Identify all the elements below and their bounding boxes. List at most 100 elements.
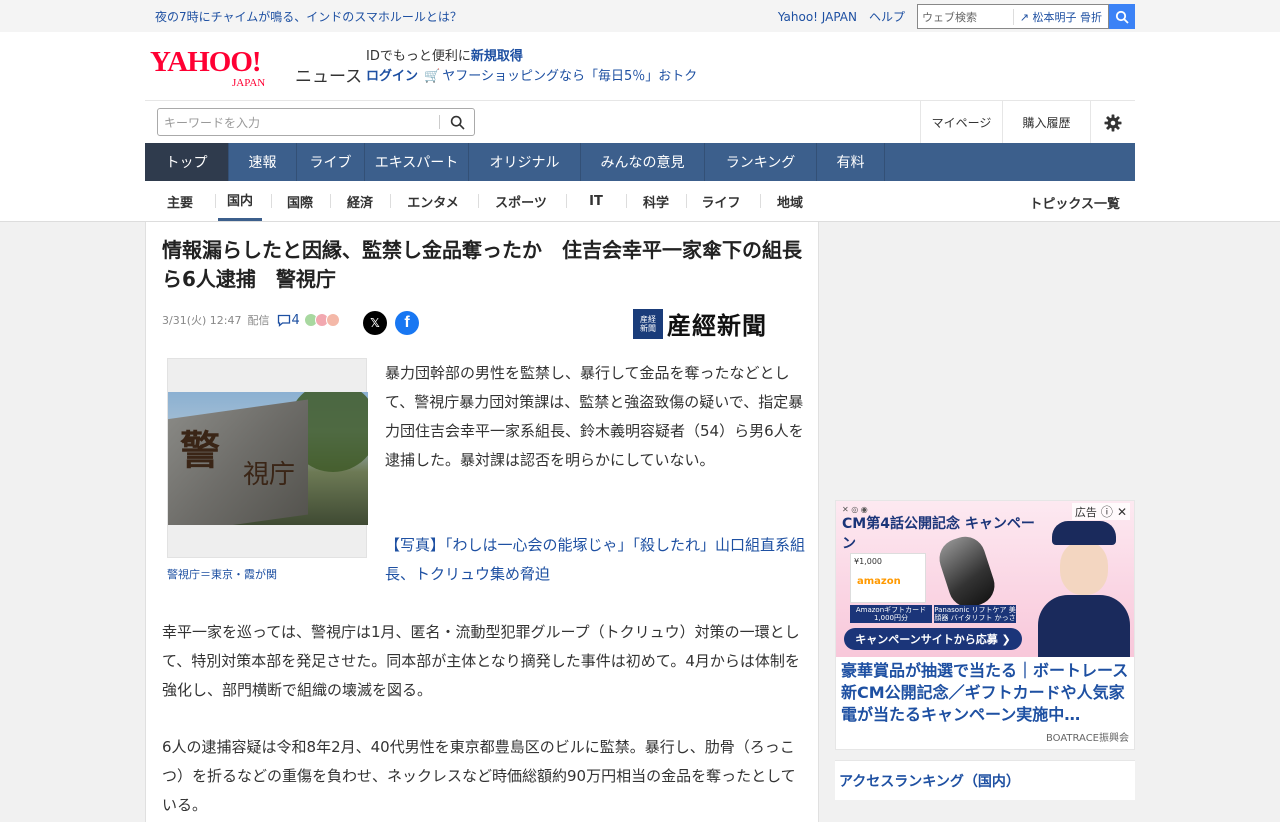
article-datetime: 3/31(火) 12:47 <box>162 314 242 327</box>
service-name: ニュース <box>295 67 363 87</box>
article-paragraph: 幸平一家を巡っては、警視庁は1月、匿名・流動型犯罪グループ（トクリュウ）対策の一… <box>162 623 800 699</box>
web-search-input[interactable]: ウェブ検索 ↗ 松本明子 骨折 <box>917 4 1109 29</box>
category-international[interactable]: 国際 <box>280 181 320 221</box>
photo-caption[interactable]: 警視庁＝東京・霞が関 <box>167 566 277 582</box>
global-nav-paid[interactable]: 有料 <box>817 143 885 181</box>
ad-sponsor: BOATRACE振興会 <box>1045 733 1129 744</box>
sidebar-ad[interactable]: ✕ ◎ ◉ 広告 ⓘ ✕ CM第4話公開記念 キャンペーン ¥1,000 amazo… <box>835 500 1135 750</box>
web-search-button[interactable] <box>1109 4 1135 29</box>
photo-image: 警 視庁 <box>168 392 368 525</box>
article-photo[interactable]: 警 視庁 <box>167 358 368 558</box>
logo-text: YAHOO! <box>150 46 262 78</box>
announcement-link[interactable]: 夜の7時にチャイムが鳴る、インドのスマホルールとは？ <box>155 8 462 25</box>
purchase-history-link[interactable]: 購入履歴 <box>1002 101 1090 144</box>
category-domestic[interactable]: 国内 <box>218 181 262 221</box>
cart-icon: 🛒 <box>424 69 441 84</box>
global-nav-opinions[interactable]: みんなの意見 <box>581 143 705 181</box>
category-divider <box>760 194 761 208</box>
header-promo: IDでもっと便利に新規取得 ログイン 🛒 ヤフーショッピングなら「毎日5％」おトク <box>366 47 697 87</box>
category-main[interactable]: 主要 <box>160 181 200 221</box>
ranking-title[interactable]: アクセスランキング（国内） <box>839 771 1020 791</box>
photo-sign-sub: 視庁 <box>243 460 296 490</box>
category-economy[interactable]: 経済 <box>340 181 380 221</box>
search-icon <box>1115 10 1129 24</box>
ad-banner-text: CM第4話公開記念 キャンペーン <box>842 516 1035 552</box>
article-paragraph: 6人の逮捕容疑は令和8年2月、40代男性を東京都豊島区のビルに監禁。暴行し、肋骨… <box>162 738 796 814</box>
facebook-icon: f <box>404 314 410 331</box>
web-search-placeholder: ウェブ検索 <box>922 10 977 24</box>
reaction-angry-icon <box>325 313 340 327</box>
person-face <box>1060 541 1108 595</box>
article: 情報漏らしたと因縁、監禁し金品奪ったか 住吉会幸平一家傘下の組長ら6人逮捕 警視… <box>145 222 819 822</box>
category-divider <box>390 194 391 208</box>
category-it[interactable]: IT <box>576 181 616 221</box>
category-divider <box>478 194 479 208</box>
shopping-promo-link[interactable]: ヤフーショッピングなら「毎日5％」おトク <box>442 69 697 84</box>
search-suggestion-label: 松本明子 骨折 <box>1032 10 1103 24</box>
category-divider <box>686 194 687 208</box>
category-divider <box>271 194 272 208</box>
topics-list-link[interactable]: トピックス一覧 <box>1029 193 1120 212</box>
comment-count-link[interactable]: 4 <box>277 312 300 328</box>
global-nav-expert[interactable]: エキスパート <box>365 143 469 181</box>
category-science[interactable]: 科学 <box>636 181 676 221</box>
search-bar: キーワードを入力 マイページ 購入履歴 <box>0 100 1280 144</box>
yahoo-news-logo[interactable]: YAHOO! JAPAN ニュース <box>150 46 362 89</box>
settings-button[interactable] <box>1090 101 1135 144</box>
search-icon <box>450 115 465 130</box>
site-header: YAHOO! JAPAN ニュース IDでもっと便利に新規取得 ログイン 🛒 ヤフー… <box>0 32 1280 100</box>
global-nav-breaking[interactable]: 速報 <box>229 143 297 181</box>
category-entertainment[interactable]: エンタメ <box>400 181 466 221</box>
login-link[interactable]: ログイン <box>366 69 418 84</box>
person-uniform <box>1038 595 1130 657</box>
category-divider <box>626 194 627 208</box>
yahoo-japan-link[interactable]: Yahoo! JAPAN <box>778 10 857 24</box>
global-nav-ranking[interactable]: ランキング <box>705 143 817 181</box>
global-nav-top[interactable]: トップ <box>145 143 229 181</box>
ad-cta-button[interactable]: キャンペーンサイトから応募 ❯ <box>844 628 1022 650</box>
keyword-search-input[interactable]: キーワードを入力 <box>157 108 475 136</box>
category-sports[interactable]: スポーツ <box>488 181 554 221</box>
ad-image: ✕ ◎ ◉ 広告 ⓘ ✕ CM第4話公開記念 キャンペーン ¥1,000 amazo… <box>836 501 1134 657</box>
ad-caption-device: Panasonic リフトケア 美顔器 バイタリフト かっさ <box>934 605 1016 623</box>
utility-links: マイページ 購入履歴 <box>920 101 1135 144</box>
category-divider <box>215 194 216 208</box>
article-meta: 3/31(火) 12:47 配信 4 <box>162 312 340 328</box>
ad-person-image <box>1034 515 1134 657</box>
photo-sign-main: 警 <box>180 427 220 474</box>
global-nav: トップ 速報 ライブ エキスパート オリジナル みんなの意見 ランキング 有料 <box>0 143 1280 181</box>
facebook-share-button[interactable]: f <box>395 311 419 335</box>
source-logo[interactable]: 産経 新聞 産經新聞 <box>633 306 767 341</box>
category-region[interactable]: 地域 <box>770 181 810 221</box>
ad-caption-giftcard: Amazonギフトカード 1,000円分 <box>850 605 932 623</box>
category-divider <box>566 194 567 208</box>
reaction-icons[interactable] <box>303 313 340 327</box>
x-icon: 𝕏 <box>370 316 380 330</box>
help-link[interactable]: ヘルプ <box>869 8 905 25</box>
keyword-placeholder: キーワードを入力 <box>164 115 261 130</box>
person-cap <box>1052 521 1116 545</box>
comment-count: 4 <box>291 312 300 328</box>
article-distribution: 配信 <box>247 314 270 327</box>
related-article-link[interactable]: 【写真】「わしは一心会の能塚じゃ」「殺したれ」山口組直系組長、トクリュウ集め脅迫 <box>385 531 805 589</box>
access-ranking: アクセスランキング（国内） <box>835 760 1135 800</box>
search-suggestion[interactable]: ↗ 松本明子 骨折 <box>1012 8 1108 25</box>
amazon-logo: amazon <box>857 576 901 587</box>
global-nav-live[interactable]: ライブ <box>297 143 365 181</box>
category-divider <box>330 194 331 208</box>
ad-title[interactable]: 豪華賞品が抽選で当たる｜ボートレース新CM公開記念／ギフトカードや人気家電が当た… <box>841 660 1131 726</box>
global-nav-original[interactable]: オリジナル <box>469 143 581 181</box>
x-share-button[interactable]: 𝕏 <box>363 311 387 335</box>
gift-card-value: ¥1,000 <box>854 557 882 566</box>
sankei-seal-icon: 産経 新聞 <box>633 308 663 339</box>
register-link[interactable]: 新規取得 <box>471 49 523 64</box>
gift-card: ¥1,000 amazon <box>850 553 926 603</box>
article-headline: 情報漏らしたと因縁、監禁し金品奪ったか 住吉会幸平一家傘下の組長ら6人逮捕 警視… <box>162 238 802 291</box>
keyword-search-button[interactable] <box>440 109 474 135</box>
category-life[interactable]: ライフ <box>696 181 746 221</box>
mypage-link[interactable]: マイページ <box>920 101 1002 144</box>
top-bar: 夜の7時にチャイムが鳴る、インドのスマホルールとは？ Yahoo! JAPAN … <box>0 0 1280 32</box>
category-nav: 主要 国内 国際 経済 エンタメ スポーツ IT 科学 ライフ 地域 トピックス… <box>0 181 1280 222</box>
gear-icon <box>1104 114 1122 131</box>
promo-prefix: IDでもっと便利に <box>366 49 471 64</box>
